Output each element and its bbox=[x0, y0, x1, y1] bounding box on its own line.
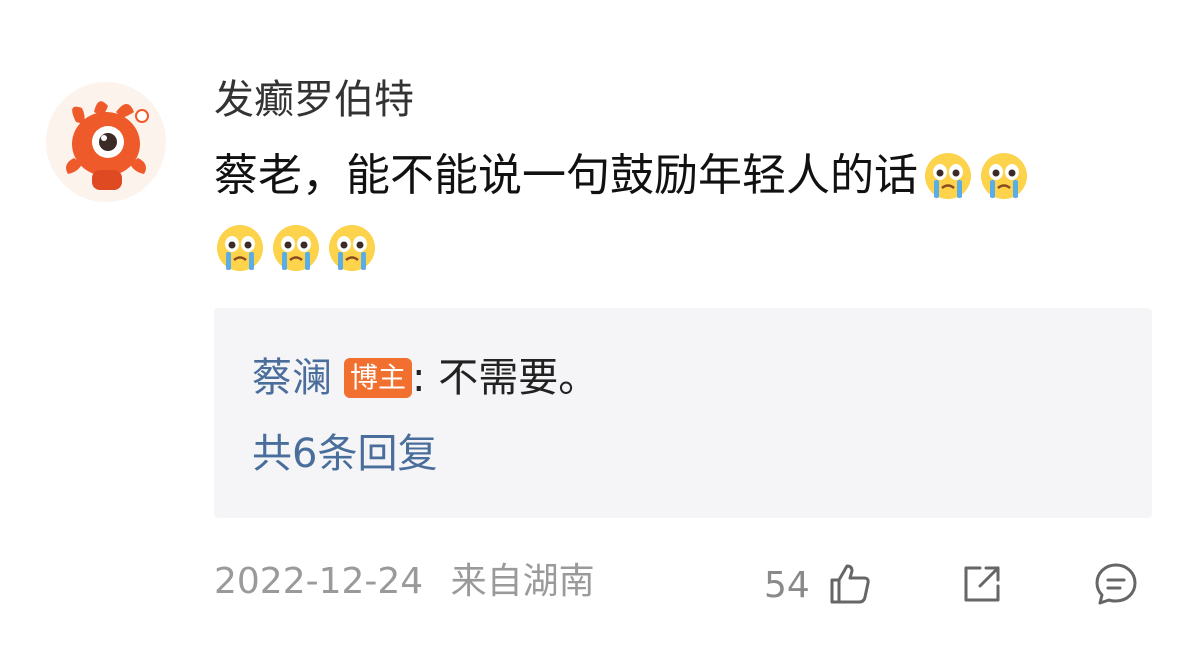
crying-face-emoji bbox=[978, 150, 1030, 202]
comment-icon[interactable] bbox=[1092, 560, 1140, 608]
author-badge: 博主 bbox=[344, 358, 413, 398]
crying-face-emoji bbox=[270, 222, 322, 274]
like-count: 54 bbox=[764, 565, 810, 606]
comment-location: 来自湖南 bbox=[450, 561, 595, 602]
crying-face-emoji bbox=[326, 222, 378, 274]
comment-date: 2022-12-24 bbox=[214, 561, 424, 602]
comment-text: 蔡老，能不能说一句鼓励年轻人的话 bbox=[214, 150, 918, 201]
comment-body: 蔡老，能不能说一句鼓励年轻人的话 bbox=[214, 140, 1144, 284]
reply-author[interactable]: 蔡澜 bbox=[252, 350, 332, 406]
crying-face-emoji bbox=[922, 150, 974, 202]
avatar[interactable] bbox=[46, 82, 166, 202]
reply-text: : 不需要。 bbox=[412, 355, 599, 401]
comment-line-2 bbox=[214, 212, 1144, 284]
reply-box[interactable]: 蔡澜 博主 : 不需要。 共6条回复 bbox=[214, 308, 1152, 518]
share-icon[interactable] bbox=[958, 560, 1006, 608]
mascot-avatar-icon bbox=[66, 101, 149, 190]
comment-meta: 2022-12-24 来自湖南 bbox=[214, 556, 595, 608]
reply-line: 蔡澜 博主 : 不需要。 bbox=[252, 350, 598, 406]
comment-username[interactable]: 发癫罗伯特 bbox=[214, 72, 414, 128]
thumbs-up-icon[interactable] bbox=[826, 560, 874, 608]
comment-line-1: 蔡老，能不能说一句鼓励年轻人的话 bbox=[214, 140, 1144, 212]
crying-face-emoji bbox=[214, 222, 266, 274]
more-replies-link[interactable]: 共6条回复 bbox=[252, 426, 437, 482]
